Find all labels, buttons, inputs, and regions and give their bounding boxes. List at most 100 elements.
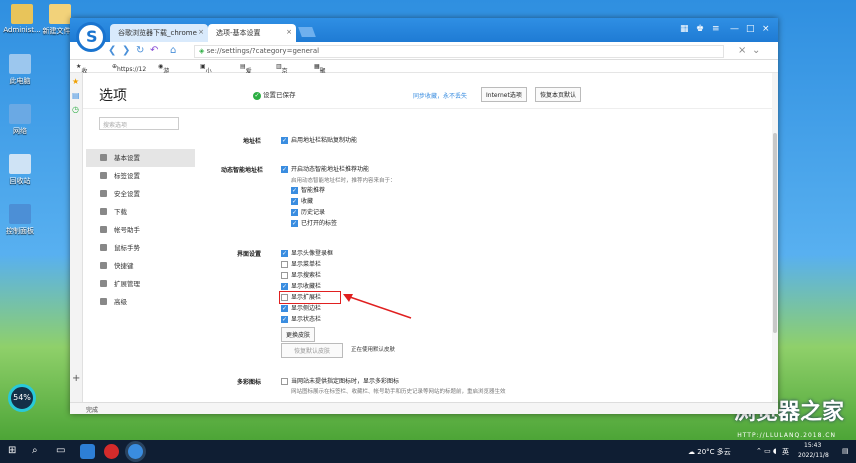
checkbox-show-menubar[interactable]: 显示菜单栏 bbox=[281, 260, 321, 269]
checkbox[interactable] bbox=[281, 249, 288, 258]
minimize-icon[interactable]: — bbox=[730, 24, 739, 34]
checkbox-smart-recommend[interactable]: 智能推荐 bbox=[291, 186, 325, 195]
checkbox-show-searchbar[interactable]: 显示搜索栏 bbox=[281, 271, 321, 280]
menu-item-basic[interactable]: 基本设置 bbox=[86, 149, 195, 167]
scrollbar-thumb[interactable] bbox=[773, 133, 777, 333]
opera-icon[interactable] bbox=[104, 444, 119, 459]
menu-item-advanced[interactable]: 高级 bbox=[86, 293, 195, 311]
checkbox[interactable] bbox=[281, 272, 288, 279]
checkbox-smart-favorites[interactable]: 收藏 bbox=[291, 197, 313, 206]
sync-link[interactable]: 同步收藏，永不丢失 bbox=[413, 91, 467, 100]
shirt-icon[interactable]: ♚ bbox=[696, 24, 704, 34]
internet-options-button[interactable]: Internet选项 bbox=[481, 87, 527, 102]
bookmark-item[interactable]: ⊕ https://12 bbox=[112, 63, 146, 73]
checkbox[interactable] bbox=[281, 282, 288, 291]
checkbox-smart-opened-tabs[interactable]: 已打开的标签 bbox=[291, 219, 337, 228]
windows-start-icon[interactable]: ⊞ bbox=[8, 445, 16, 456]
close-icon[interactable]: × bbox=[286, 28, 292, 36]
address-input[interactable]: ◈ se://settings/?category=general bbox=[194, 45, 724, 58]
checkbox[interactable] bbox=[291, 197, 298, 206]
checkbox[interactable] bbox=[281, 315, 288, 324]
clock-time[interactable]: 15:43 bbox=[804, 442, 821, 449]
desktop-icon-pc[interactable]: 此电脑 bbox=[0, 54, 40, 86]
checkbox-show-favorites-bar[interactable]: 显示收藏栏 bbox=[281, 282, 321, 291]
sogou-browser-icon[interactable] bbox=[128, 444, 143, 459]
bookmark-item[interactable]: ▦ 聚划算 bbox=[314, 63, 326, 93]
menu-item-extensions[interactable]: 扩展管理 bbox=[86, 275, 195, 293]
checkbox[interactable] bbox=[291, 186, 298, 195]
maximize-icon[interactable]: □ bbox=[746, 24, 755, 34]
key-icon bbox=[100, 226, 107, 233]
new-tab-button[interactable] bbox=[298, 27, 316, 37]
shield-icon: ◈ bbox=[199, 47, 205, 55]
checkbox[interactable] bbox=[291, 219, 298, 228]
tab-settings[interactable]: 选项-基本设置 × bbox=[208, 24, 296, 42]
star-icon[interactable]: ★ bbox=[72, 77, 79, 86]
checkbox-show-sidebar[interactable]: 显示侧边栏 bbox=[281, 304, 321, 313]
browser-logo-icon[interactable] bbox=[76, 22, 106, 52]
settings-page: 选项 ✓ 设置已保存 同步收藏，永不丢失 Internet选项 恢复本页默认 搜索… bbox=[83, 73, 778, 402]
desktop-icon-label: 网络 bbox=[13, 127, 27, 135]
ie-icon[interactable] bbox=[80, 444, 95, 459]
bookmark-item[interactable]: ★ 收藏 bbox=[76, 63, 87, 84]
forward-icon[interactable]: ❯ bbox=[122, 45, 130, 56]
menu-item-gesture[interactable]: 鼠标手势 bbox=[86, 239, 195, 257]
weather-icon[interactable]: ☁ 20°C 多云 bbox=[688, 447, 731, 457]
restore-skin-button[interactable]: 恢复默认皮肤 bbox=[281, 343, 343, 358]
undo-icon[interactable]: ↶ bbox=[150, 45, 158, 56]
checkbox-smart-history[interactable]: 历史记录 bbox=[291, 208, 325, 217]
desktop-icon-recycle[interactable]: 回收站 bbox=[0, 154, 40, 186]
menu-item-security[interactable]: 安全设置 bbox=[86, 185, 195, 203]
language-indicator[interactable]: 英 bbox=[782, 447, 789, 457]
checkbox[interactable] bbox=[281, 136, 288, 145]
checkbox[interactable] bbox=[281, 261, 288, 268]
checkbox[interactable] bbox=[281, 378, 288, 385]
bookmarks-bar: ★ 收藏 ⊕ https://12 ◉ 游戏中心 ▣ 小说大全 ▤ 爱淘宝 ▥ … bbox=[70, 60, 778, 102]
menu-item-download[interactable]: 下载 bbox=[86, 203, 195, 221]
menu-item-shortcuts[interactable]: 快捷键 bbox=[86, 257, 195, 275]
checkbox-show-avatar[interactable]: 显示头像登录框 bbox=[281, 249, 333, 258]
menu-icon[interactable]: ▦ bbox=[680, 24, 689, 34]
hamburger-icon[interactable]: ≡ bbox=[712, 24, 720, 34]
bookmark-item[interactable]: ▣ 小说大全 bbox=[200, 63, 212, 102]
plus-icon[interactable]: + bbox=[72, 373, 80, 384]
checkbox-smart-bar[interactable]: 开启动态智能地址栏推荐功能 bbox=[281, 165, 369, 174]
checkbox-colorful-icons[interactable]: 当网站未提供指定图标时，显示多彩图标 bbox=[281, 377, 399, 386]
search-input[interactable]: 搜索选项 bbox=[99, 117, 179, 130]
back-icon[interactable]: ❮ bbox=[108, 45, 116, 56]
checkbox-address-paste[interactable]: 启用地址栏粘贴复制功能 bbox=[281, 136, 357, 145]
checkbox[interactable] bbox=[291, 208, 298, 217]
clock-icon[interactable]: ◷ bbox=[72, 105, 79, 114]
clock-date[interactable]: 2022/11/8 bbox=[798, 452, 829, 459]
bookmark-item[interactable]: ◉ 游戏中心 bbox=[158, 63, 169, 102]
book-icon[interactable]: ▤ bbox=[72, 91, 80, 100]
restore-defaults-button[interactable]: 恢复本页默认 bbox=[535, 87, 582, 102]
tray-icons[interactable]: ⌃ ▭ ◖ bbox=[756, 447, 777, 455]
change-skin-button[interactable]: 更换皮肤 bbox=[281, 327, 316, 342]
home-icon[interactable]: ⌂ bbox=[170, 45, 176, 56]
chevron-down-icon[interactable]: ⌄ bbox=[752, 45, 760, 56]
desktop-icon-admin[interactable]: Administ... bbox=[2, 4, 42, 34]
close-window-icon[interactable]: × bbox=[762, 24, 770, 34]
bookmark-item[interactable]: ▤ 爱淘宝 bbox=[240, 63, 252, 93]
menu-item-account[interactable]: 帐号助手 bbox=[86, 221, 195, 239]
task-view-icon[interactable]: ▭ bbox=[56, 445, 65, 456]
section-label-smart-bar: 动态智能地址栏 bbox=[221, 167, 264, 174]
performance-gauge[interactable]: 54% bbox=[8, 384, 36, 412]
checkbox[interactable] bbox=[281, 165, 288, 174]
search-icon[interactable]: ⌕ bbox=[32, 445, 38, 456]
close-icon[interactable]: × bbox=[738, 45, 746, 56]
checkbox[interactable] bbox=[281, 304, 288, 313]
tab-chrome-download[interactable]: 谷歌浏览器下载_chrome × bbox=[110, 24, 208, 42]
desktop-icon-network[interactable]: 网络 bbox=[0, 104, 40, 136]
refresh-icon[interactable]: ↻ bbox=[136, 45, 144, 56]
menu-item-tabs[interactable]: 标签设置 bbox=[86, 167, 195, 185]
bookmark-item[interactable]: ▥ 京东商城 bbox=[276, 63, 288, 102]
folder-icon bbox=[49, 4, 71, 24]
desktop-icon-control[interactable]: 控制面板 bbox=[0, 204, 40, 236]
scrollbar[interactable] bbox=[772, 73, 778, 402]
checkbox-show-statusbar[interactable]: 显示状态栏 bbox=[281, 315, 321, 324]
taskbar: ⊞ ⌕ ▭ ☁ 20°C 多云 ⌃ ▭ ◖ 英 15:43 2022/11/8 … bbox=[0, 440, 856, 463]
notification-icon[interactable]: ▤ bbox=[842, 447, 849, 455]
close-icon[interactable]: × bbox=[198, 28, 204, 36]
